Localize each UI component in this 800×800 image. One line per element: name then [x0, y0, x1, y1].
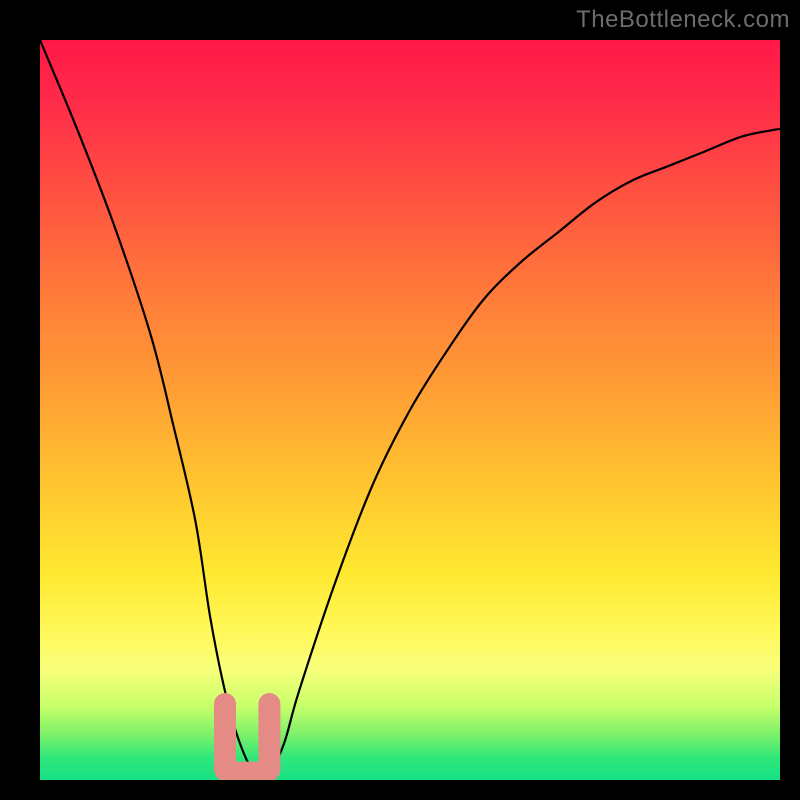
valley-marker-left-dot [214, 693, 236, 715]
watermark-text: TheBottleneck.com [576, 6, 790, 34]
chart-frame: TheBottleneck.com [0, 0, 800, 800]
valley-marker-path [225, 706, 269, 773]
plot-area [40, 40, 780, 780]
bottleneck-curve-path [40, 40, 780, 776]
valley-marker-right-dot [258, 693, 280, 715]
curve-svg [40, 40, 780, 780]
